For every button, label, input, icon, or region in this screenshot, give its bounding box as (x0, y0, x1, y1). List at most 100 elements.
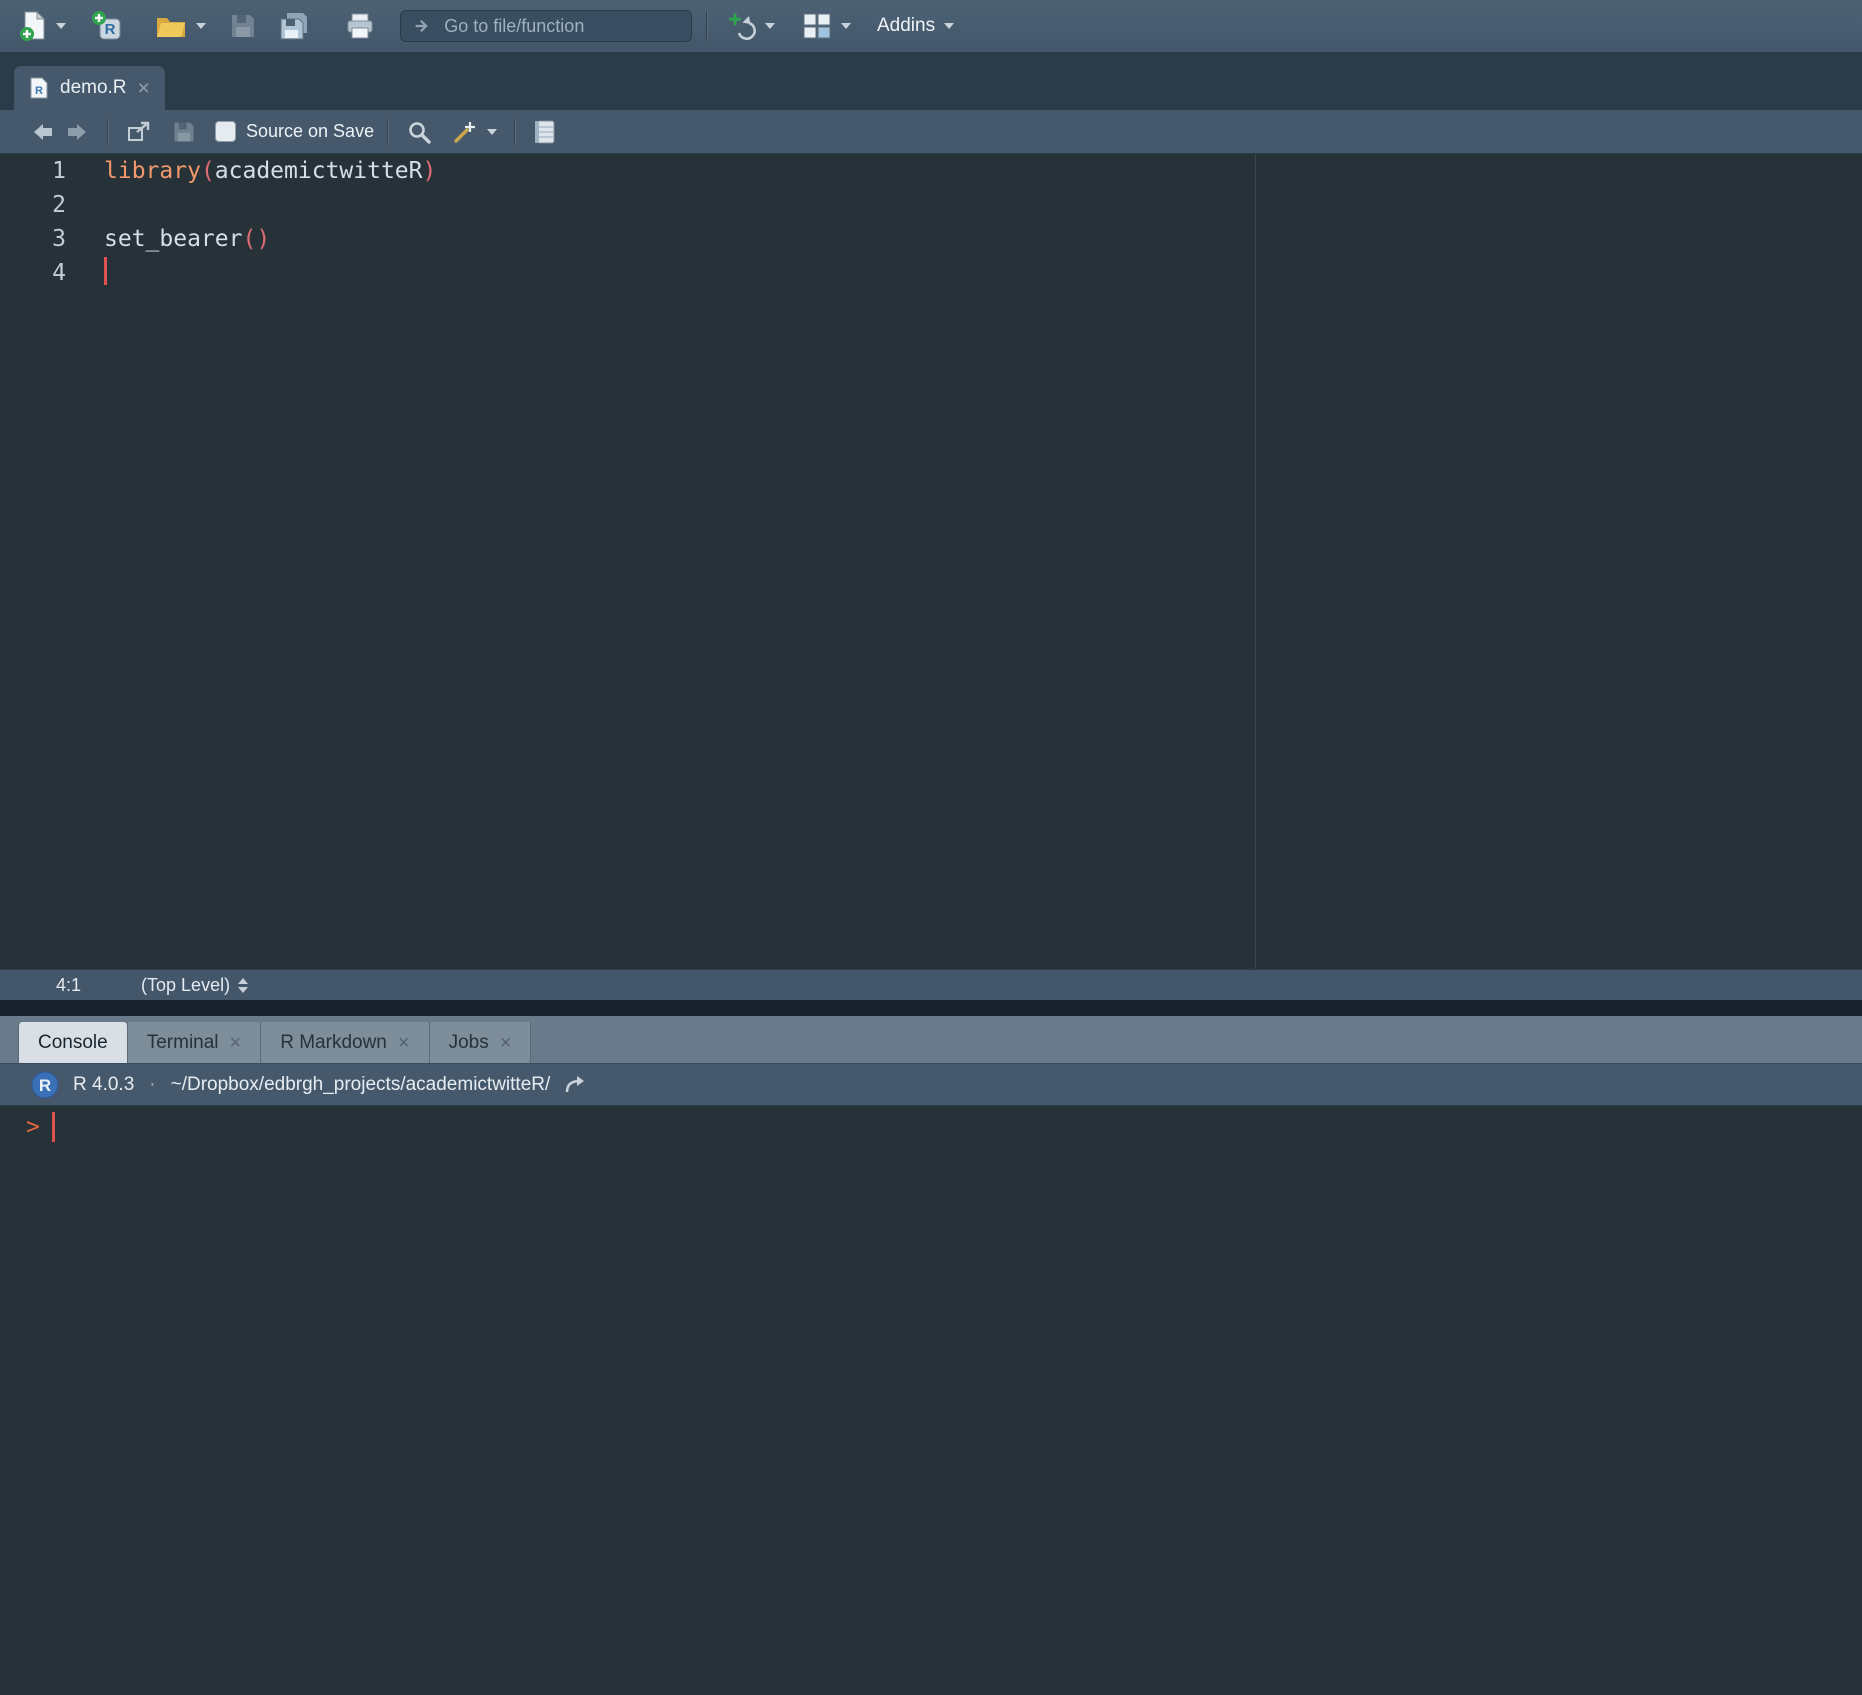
toolbar-separator (706, 11, 707, 41)
editor-cursor (104, 257, 107, 285)
svg-text:R: R (35, 85, 43, 97)
source-on-save-label: Source on Save (246, 121, 374, 142)
open-recent-caret-icon[interactable] (196, 23, 206, 29)
r-version: R 4.0.3 (73, 1074, 134, 1096)
scope-selector[interactable]: (Top Level) (141, 975, 248, 996)
console-header: R R 4.0.3 · ~/Dropbox/edbrgh_projects/ac… (0, 1063, 1862, 1106)
new-project-icon: R (91, 10, 123, 42)
cursor-position: 4:1 (56, 975, 81, 996)
scope-label: (Top Level) (141, 975, 230, 996)
popup-window-icon (126, 120, 152, 144)
code-line[interactable]: 4 (0, 256, 1862, 290)
tab-label: Jobs (449, 1032, 489, 1054)
goto-file-input[interactable] (442, 15, 679, 38)
working-directory: ~/Dropbox/edbrgh_projects/academictwitte… (171, 1074, 551, 1096)
find-replace-button[interactable] (401, 110, 437, 154)
code-lines: 1library(academictwitteR)23set_bearer()4 (0, 154, 1862, 290)
back-arrow-icon (31, 121, 55, 143)
print-icon (345, 12, 375, 40)
forward-button[interactable] (60, 110, 94, 154)
console-tab-console[interactable]: Console (18, 1022, 128, 1063)
r-logo-icon: R (30, 1070, 60, 1100)
code-tools-button[interactable] (447, 110, 483, 154)
goto-working-directory-icon[interactable] (563, 1074, 589, 1096)
line-number: 1 (0, 154, 66, 188)
save-all-icon (279, 11, 311, 41)
console-tabstrip: Console Terminal × R Markdown × Jobs × (0, 1016, 1862, 1063)
new-file-caret-icon[interactable] (56, 23, 66, 29)
open-in-new-window-button[interactable] (121, 110, 157, 154)
compile-report-button[interactable] (528, 110, 562, 154)
new-project-button[interactable]: R (86, 4, 128, 48)
line-number: 4 (0, 256, 66, 290)
tab-label: Console (38, 1032, 108, 1054)
addins-label: Addins (877, 15, 935, 37)
tab-label: Terminal (147, 1032, 219, 1054)
code-text (66, 256, 107, 290)
tab-demo-r[interactable]: R demo.R × (14, 66, 165, 110)
svg-text:R: R (39, 1076, 51, 1095)
editor-margin-line (1255, 154, 1256, 969)
r-file-icon: R (29, 76, 49, 100)
panes-caret-icon[interactable] (841, 23, 851, 29)
goto-file-box[interactable] (400, 10, 692, 42)
close-tab-icon[interactable]: × (230, 1033, 242, 1053)
print-button[interactable] (340, 4, 380, 48)
new-file-icon (19, 10, 47, 42)
console[interactable]: > (0, 1106, 1862, 1695)
line-number: 2 (0, 188, 66, 222)
new-file-button[interactable] (14, 4, 52, 48)
version-control-button[interactable] (721, 4, 761, 48)
goto-arrow-icon (413, 17, 432, 35)
code-line[interactable]: 2 (0, 188, 1862, 222)
close-tab-icon[interactable]: × (138, 78, 150, 99)
source-editor[interactable]: 1library(academictwitteR)23set_bearer()4 (0, 154, 1862, 969)
workspace-panes-button[interactable] (797, 4, 837, 48)
svg-text:R: R (105, 21, 116, 38)
magnifier-icon (406, 119, 432, 145)
addins-caret-icon (944, 23, 954, 29)
console-tab-r-markdown[interactable]: R Markdown × (261, 1022, 429, 1063)
editor-toolbar-separator (387, 119, 388, 145)
source-tabstrip: R demo.R × (0, 53, 1862, 110)
version-control-caret-icon[interactable] (765, 23, 775, 29)
version-control-icon (726, 11, 756, 41)
code-line[interactable]: 1library(academictwitteR) (0, 154, 1862, 188)
main-toolbar: R (0, 0, 1862, 53)
addins-menu[interactable]: Addins (877, 15, 954, 37)
panes-grid-icon (802, 12, 832, 40)
tab-label: demo.R (60, 77, 127, 99)
editor-status-bar: 4:1 (Top Level) (0, 969, 1862, 1000)
save-all-button[interactable] (274, 4, 316, 48)
line-number: 3 (0, 222, 66, 256)
open-folder-icon (155, 12, 187, 40)
notebook-icon (533, 118, 557, 146)
magic-wand-icon (452, 119, 478, 145)
open-file-button[interactable] (150, 4, 192, 48)
editor-toolbar: Source on Save (0, 110, 1862, 154)
save-source-button[interactable] (167, 110, 201, 154)
pane-splitter[interactable] (0, 1000, 1862, 1016)
code-line[interactable]: 3set_bearer() (0, 222, 1862, 256)
save-icon (172, 120, 196, 144)
console-prompt-line: > (26, 1110, 1862, 1144)
console-tab-jobs[interactable]: Jobs × (430, 1022, 532, 1063)
code-tools-caret-icon[interactable] (487, 129, 497, 135)
close-tab-icon[interactable]: × (500, 1033, 512, 1053)
save-button[interactable] (224, 4, 262, 48)
tab-label: R Markdown (280, 1032, 387, 1054)
code-text: set_bearer() (66, 222, 270, 256)
save-icon (229, 12, 257, 40)
console-cursor (52, 1112, 55, 1142)
source-on-save-checkbox[interactable] (215, 121, 236, 142)
dot-separator: · (149, 1074, 155, 1096)
back-button[interactable] (26, 110, 60, 154)
editor-toolbar-separator (514, 119, 515, 145)
close-tab-icon[interactable]: × (398, 1033, 410, 1053)
forward-arrow-icon (65, 121, 89, 143)
console-tab-terminal[interactable]: Terminal × (128, 1022, 262, 1063)
code-text (66, 188, 104, 222)
code-text: library(academictwitteR) (66, 154, 436, 188)
console-prompt: > (26, 1114, 40, 1140)
scope-stepper-icon[interactable] (238, 978, 248, 993)
